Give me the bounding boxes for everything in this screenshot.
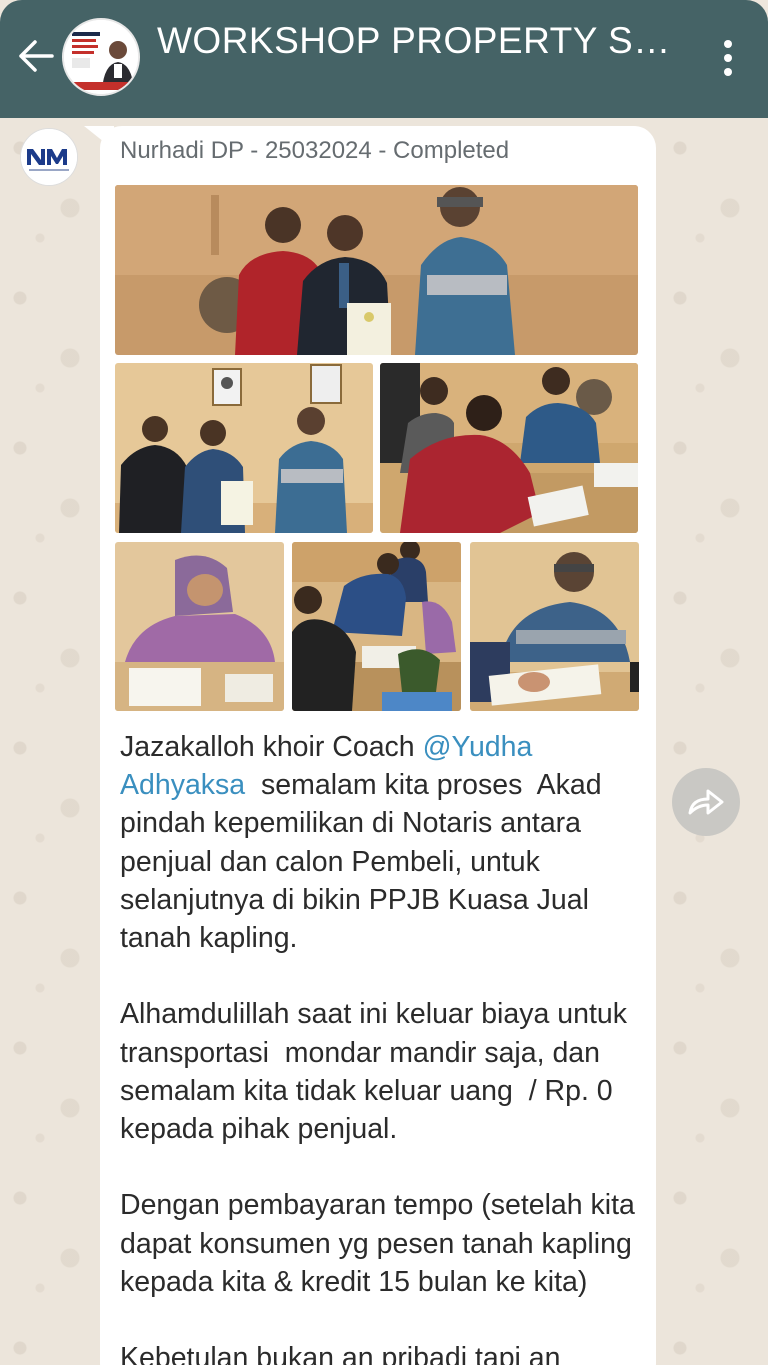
photo-three-men[interactable] <box>115 363 373 533</box>
message-text-part: semalam kita proses Akad pindah kepemili… <box>120 769 635 1365</box>
message-text: Jazakalloh khoir Coach @Yudha Adhyaksa s… <box>120 728 640 1365</box>
photo-handover-group[interactable] <box>115 185 638 355</box>
photo-notary-meeting[interactable] <box>292 542 461 711</box>
group-title[interactable]: WORKSHOP PROPERTY SYA... <box>157 20 687 62</box>
photo-signing-document[interactable] <box>380 363 638 533</box>
forward-icon[interactable] <box>672 768 740 836</box>
message-text-part: Jazakalloh khoir Coach <box>120 731 423 763</box>
sender-avatar[interactable] <box>20 128 78 186</box>
chat-header: WORKSHOP PROPERTY SYA... <box>0 0 768 118</box>
group-avatar[interactable] <box>62 18 140 96</box>
sender-name[interactable]: Nurhadi DP - 25032024 - Completed <box>120 137 509 165</box>
photo-man-signing[interactable] <box>470 542 639 711</box>
more-vertical-icon[interactable] <box>708 34 748 82</box>
photo-woman-signing[interactable] <box>115 542 284 711</box>
arrow-left-icon[interactable] <box>16 36 56 76</box>
